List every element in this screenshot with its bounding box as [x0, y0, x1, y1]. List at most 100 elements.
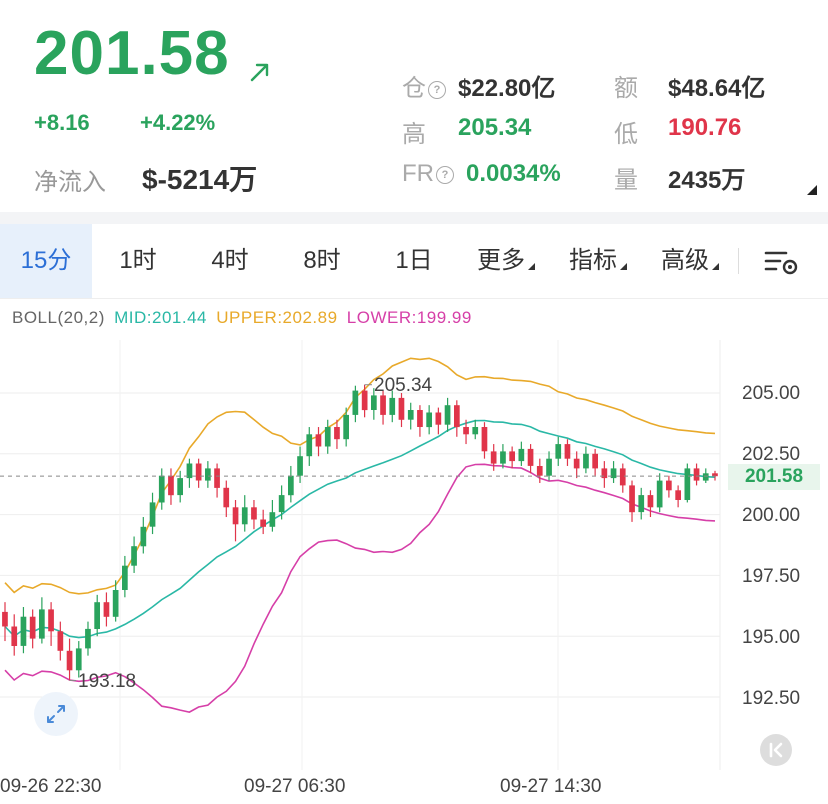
- dropdown-corner-icon: [712, 263, 719, 270]
- candle-body: [20, 616, 27, 646]
- expand-details-icon[interactable]: [807, 185, 817, 195]
- y-tick-label: 195.00: [742, 627, 801, 648]
- net-inflow-label: 净流入: [34, 169, 106, 196]
- section-divider: [0, 212, 828, 224]
- funding-rate-value: 0.0034%: [466, 160, 561, 187]
- candle-body: [94, 602, 100, 629]
- position-label-text: 仓: [402, 75, 426, 102]
- x-tick-label: 09-27 06:30: [244, 776, 346, 797]
- funding-rate-label[interactable]: FR?: [402, 160, 454, 188]
- candle-body: [278, 495, 285, 513]
- candle-body: [389, 397, 396, 415]
- tab-label: 高级: [661, 247, 709, 274]
- candle-body: [195, 463, 202, 481]
- timeframe-tabs: 15分 1时 4时 8时 1日 更多 指标 高级: [0, 224, 828, 299]
- candle-body: [702, 473, 709, 481]
- candle-body: [149, 502, 156, 527]
- candle-body: [573, 458, 580, 469]
- candle-body: [85, 628, 91, 649]
- position-label[interactable]: 仓?: [402, 68, 446, 103]
- candle-body: [444, 405, 451, 425]
- candle-body: [481, 427, 488, 452]
- x-tick-label: 09-27 14:30: [500, 776, 602, 797]
- candle-body: [656, 480, 663, 508]
- jump-to-end-icon: [769, 742, 783, 758]
- boll-upper: UPPER:202.89: [216, 308, 338, 327]
- scroll-to-latest-button[interactable]: [760, 734, 792, 766]
- candle-body: [684, 468, 691, 500]
- low-value: 190.76: [668, 114, 742, 141]
- x-tick-label: 09-26 22:30: [0, 776, 102, 797]
- candle-body: [251, 507, 257, 520]
- high-label: 高: [402, 121, 426, 148]
- candle-body: [75, 648, 82, 671]
- candle-body: [288, 475, 294, 496]
- arrow-up-right-icon: [250, 63, 269, 82]
- tab-indicators[interactable]: 指标: [552, 224, 644, 298]
- candle-body: [66, 650, 73, 671]
- candle-body: [297, 456, 303, 476]
- candle-body: [564, 444, 571, 459]
- candle-body: [435, 412, 442, 425]
- candle-body: [380, 395, 386, 415]
- candlestick-chart[interactable]: [0, 340, 828, 770]
- tab-advanced[interactable]: 高级: [644, 224, 736, 298]
- tab-more[interactable]: 更多: [460, 224, 552, 298]
- current-price-tag: 201.58: [728, 464, 820, 490]
- quote-header: 201.58 +8.16 +4.22% 净流入 $-5214万 仓? $22.8…: [0, 0, 828, 212]
- candle-body: [619, 468, 626, 486]
- candle-body: [343, 414, 349, 440]
- candle-body: [306, 434, 313, 457]
- dropdown-corner-icon: [620, 263, 627, 270]
- candle-body: [666, 480, 672, 491]
- tab-1h[interactable]: 1时: [92, 224, 184, 298]
- boll-lower: LOWER:199.99: [346, 308, 472, 327]
- candle-body: [214, 468, 220, 488]
- candle-body: [629, 485, 635, 513]
- boll-name: BOLL(20,2): [12, 308, 105, 327]
- boll-legend: BOLL(20,2) MID:201.44 UPPER:202.89 LOWER…: [12, 308, 472, 328]
- tab-label: 8时: [303, 247, 341, 274]
- candle-body: [11, 626, 18, 646]
- candle-body: [168, 475, 174, 496]
- price-change: +8.16: [34, 110, 90, 135]
- candle-body: [57, 631, 64, 651]
- candle-body: [509, 451, 515, 462]
- tab-4h[interactable]: 4时: [184, 224, 276, 298]
- low-price-annotation: 193.18: [78, 671, 137, 692]
- candle-body: [269, 512, 276, 527]
- net-inflow-value: $-5214万: [142, 164, 258, 195]
- candle-body: [122, 565, 128, 590]
- tab-1d[interactable]: 1日: [368, 224, 460, 298]
- y-tick-label: 197.50: [742, 566, 801, 587]
- amount-label: 额: [614, 75, 638, 102]
- candle-body: [48, 609, 54, 632]
- candle-body: [518, 448, 525, 462]
- last-price: 201.58: [34, 19, 230, 88]
- help-icon[interactable]: ?: [436, 166, 454, 184]
- dropdown-corner-icon: [528, 263, 535, 270]
- candle-body: [361, 390, 368, 411]
- candle-body: [352, 390, 359, 415]
- fullscreen-button[interactable]: [34, 692, 78, 736]
- funding-rate-label-text: FR: [402, 160, 434, 187]
- help-icon[interactable]: ?: [428, 81, 446, 99]
- y-tick-label: 205.00: [742, 383, 801, 404]
- tab-15m[interactable]: 15分: [0, 224, 92, 298]
- y-tick-label: 192.50: [742, 688, 801, 709]
- tab-divider: [738, 248, 739, 274]
- candle-body: [490, 451, 497, 464]
- tab-label: 1日: [395, 247, 433, 274]
- candle-body: [675, 490, 681, 500]
- candle-body: [232, 507, 239, 525]
- volume-value: 2435万: [668, 167, 746, 194]
- candle-body: [158, 475, 165, 503]
- candle-body: [131, 546, 137, 566]
- tab-label: 指标: [569, 247, 617, 274]
- chart-settings-icon[interactable]: [762, 248, 802, 276]
- candle-body: [693, 468, 700, 481]
- candle-body: [2, 611, 8, 627]
- candle-body: [555, 444, 562, 459]
- low-label: 低: [614, 121, 638, 148]
- tab-8h[interactable]: 8时: [276, 224, 368, 298]
